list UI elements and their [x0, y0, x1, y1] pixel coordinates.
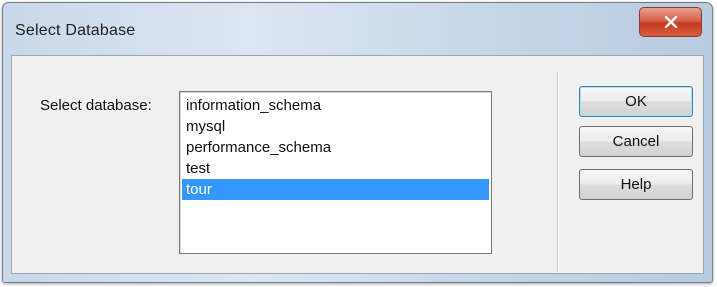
database-item-tour[interactable]: tour [182, 179, 489, 200]
database-item-information-schema[interactable]: information_schema [182, 95, 489, 116]
database-item-test[interactable]: test [182, 158, 489, 179]
close-button[interactable] [639, 7, 702, 37]
database-item-performance-schema[interactable]: performance_schema [182, 137, 489, 158]
ok-button[interactable]: OK [579, 86, 693, 117]
help-button[interactable]: Help [579, 169, 693, 200]
database-listbox[interactable]: information_schema mysql performance_sch… [179, 91, 492, 254]
dialog-content: Select database: information_schema mysq… [11, 55, 704, 274]
vertical-divider [557, 72, 558, 272]
cancel-button[interactable]: Cancel [579, 126, 693, 157]
title-bar[interactable]: Select Database [3, 3, 712, 55]
dialog-title: Select Database [15, 22, 136, 39]
database-item-mysql[interactable]: mysql [182, 116, 489, 137]
select-database-dialog: Select Database Select database: informa… [2, 2, 713, 283]
close-x-icon [664, 16, 678, 28]
select-database-label: Select database: [40, 97, 152, 114]
